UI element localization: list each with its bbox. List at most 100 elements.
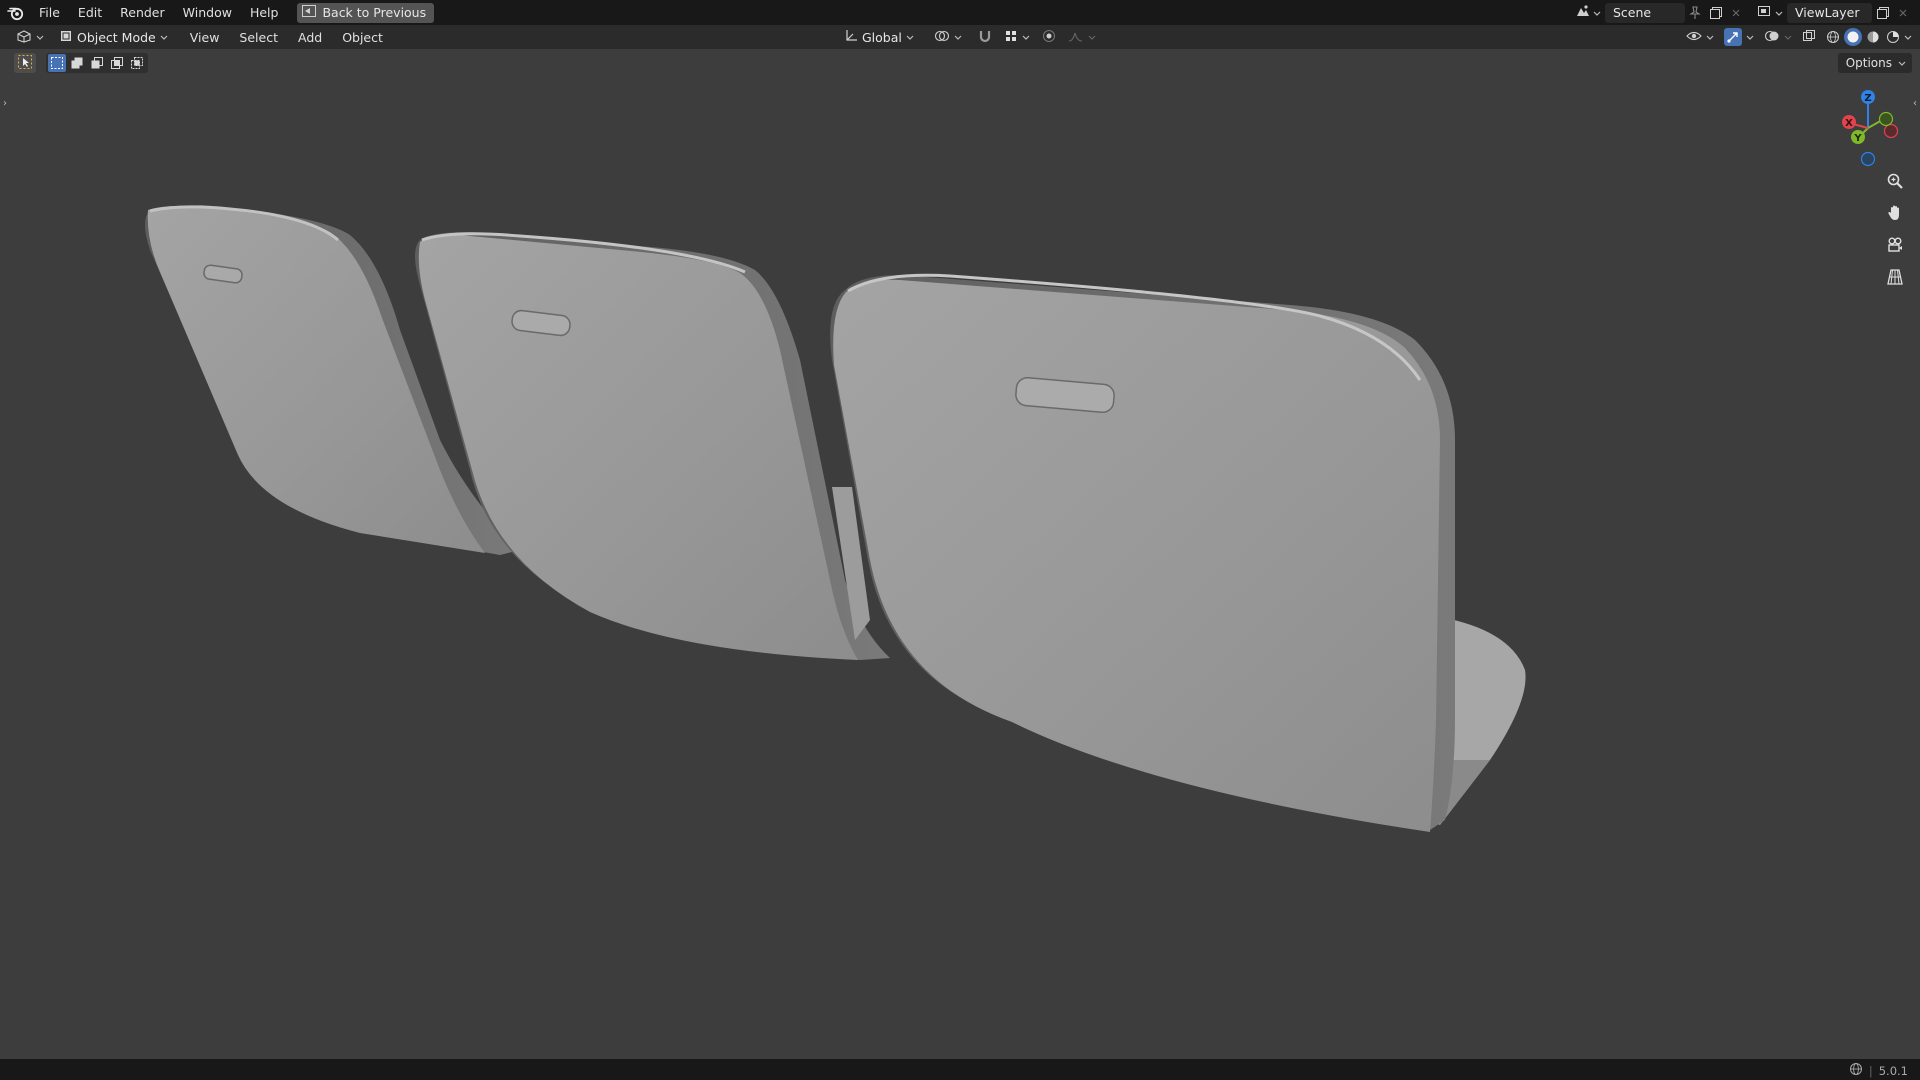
editor-type-button[interactable] bbox=[10, 27, 50, 47]
chevron-down-icon bbox=[1022, 30, 1030, 44]
chevron-down-icon[interactable] bbox=[1904, 30, 1912, 44]
chevron-down-icon bbox=[1746, 30, 1754, 44]
chevron-down-icon bbox=[954, 30, 962, 44]
3d-viewport[interactable]: › ‹ bbox=[0, 49, 1920, 1059]
close-scene-icon[interactable] bbox=[1727, 3, 1745, 23]
mode-label: Object Mode bbox=[77, 29, 156, 45]
select-extend-icon[interactable] bbox=[68, 54, 86, 72]
xray-toggle[interactable] bbox=[1800, 27, 1818, 47]
chevron-down-icon bbox=[1593, 6, 1601, 20]
tool-settings-row bbox=[14, 53, 148, 73]
view-layer-name-field[interactable]: ViewLayer bbox=[1787, 2, 1872, 23]
seat-back-3[interactable] bbox=[830, 273, 1526, 832]
scene-name-field[interactable]: Scene bbox=[1605, 2, 1685, 23]
object-mode-icon bbox=[59, 29, 73, 46]
shading-mode-group bbox=[1824, 28, 1912, 46]
chevron-down-icon bbox=[36, 30, 44, 44]
perspective-toggle-icon[interactable] bbox=[1882, 264, 1908, 290]
render-layers-icon bbox=[1757, 4, 1773, 21]
pivot-point-selector[interactable] bbox=[928, 27, 968, 47]
select-invert-icon[interactable] bbox=[108, 54, 126, 72]
object-visibility-selector[interactable] bbox=[1684, 27, 1716, 47]
menu-file[interactable]: File bbox=[30, 0, 69, 25]
magnet-icon bbox=[978, 29, 992, 46]
menu-view[interactable]: View bbox=[180, 26, 230, 48]
options-dropdown[interactable]: Options bbox=[1837, 53, 1912, 73]
scene-icon bbox=[1575, 4, 1591, 21]
back-to-previous-button[interactable]: Back to Previous bbox=[297, 2, 435, 23]
neg-y-axis-handle bbox=[1878, 111, 1894, 127]
falloff-selector[interactable] bbox=[1066, 27, 1098, 47]
chevron-down-icon bbox=[1775, 6, 1783, 20]
menu-render[interactable]: Render bbox=[111, 0, 174, 25]
orientation-global-icon bbox=[844, 29, 858, 46]
scene-browse-button[interactable] bbox=[1571, 3, 1605, 23]
chevron-down-icon bbox=[1706, 30, 1714, 44]
back-to-previous-label: Back to Previous bbox=[322, 5, 427, 20]
transform-orientation-selector[interactable]: Global bbox=[838, 27, 920, 47]
select-tool-button[interactable] bbox=[14, 53, 36, 73]
eye-icon bbox=[1686, 29, 1702, 46]
menu-object[interactable]: Object bbox=[332, 26, 393, 48]
chevron-down-icon bbox=[906, 30, 914, 44]
gizmo-icon bbox=[1724, 28, 1742, 46]
viewport-3d-icon bbox=[16, 29, 32, 46]
seat-back-2[interactable] bbox=[415, 232, 890, 660]
material-preview-icon[interactable] bbox=[1864, 28, 1882, 46]
orientation-label: Global bbox=[862, 29, 902, 45]
menu-add[interactable]: Add bbox=[288, 26, 332, 48]
top-menu-bar: File Edit Render Window Help Back to Pre… bbox=[0, 0, 1920, 25]
select-intersect-icon[interactable] bbox=[128, 54, 146, 72]
pin-icon[interactable] bbox=[1685, 3, 1705, 23]
top-right-controls: Scene ViewLayer bbox=[1571, 0, 1920, 25]
xray-icon bbox=[1802, 29, 1816, 46]
menu-edit[interactable]: Edit bbox=[69, 0, 111, 25]
select-new-icon[interactable] bbox=[48, 54, 66, 72]
neg-x-axis-handle bbox=[1883, 123, 1899, 139]
new-view-layer-icon[interactable] bbox=[1872, 3, 1894, 23]
menu-window[interactable]: Window bbox=[174, 0, 241, 25]
menu-select[interactable]: Select bbox=[229, 26, 288, 48]
neg-z-axis-handle bbox=[1860, 151, 1876, 167]
gizmo-toggle[interactable] bbox=[1722, 27, 1756, 47]
network-globe-icon[interactable] bbox=[1849, 1062, 1863, 1079]
select-subtract-icon[interactable] bbox=[88, 54, 106, 72]
rendered-shading-icon[interactable] bbox=[1884, 28, 1902, 46]
gizmo-z-label: Z bbox=[1864, 93, 1871, 104]
transform-tools: Global bbox=[838, 27, 1098, 47]
snap-grid-icon bbox=[1004, 29, 1018, 46]
camera-view-icon[interactable] bbox=[1882, 232, 1908, 258]
wireframe-shading-icon[interactable] bbox=[1824, 28, 1842, 46]
version-info: | 5.0.1 bbox=[1849, 1062, 1908, 1079]
blender-logo-icon[interactable] bbox=[2, 0, 30, 25]
selection-mode-group bbox=[46, 53, 148, 73]
solid-shading-icon[interactable] bbox=[1844, 28, 1862, 46]
screen-back-icon bbox=[302, 5, 317, 20]
overlays-toggle[interactable] bbox=[1762, 27, 1794, 47]
toolbar-expand-arrow-icon[interactable]: › bbox=[0, 95, 10, 111]
zoom-icon[interactable] bbox=[1882, 168, 1908, 194]
version-separator: | bbox=[1868, 1063, 1873, 1078]
cursor-arrow-icon bbox=[18, 54, 32, 72]
chevron-down-icon bbox=[1784, 30, 1792, 44]
snap-toggle[interactable] bbox=[976, 27, 994, 47]
options-label: Options bbox=[1845, 56, 1892, 70]
snap-target-selector[interactable] bbox=[1002, 27, 1032, 47]
menu-help[interactable]: Help bbox=[241, 0, 288, 25]
status-bar: | 5.0.1 bbox=[0, 1059, 1920, 1080]
pan-hand-icon[interactable] bbox=[1882, 200, 1908, 226]
new-scene-icon[interactable] bbox=[1705, 3, 1727, 23]
version-label: 5.0.1 bbox=[1878, 1063, 1908, 1078]
overlays-icon bbox=[1764, 29, 1780, 46]
proportional-editing-toggle[interactable] bbox=[1040, 27, 1058, 47]
chevron-down-icon bbox=[1088, 30, 1096, 44]
falloff-curve-icon bbox=[1068, 29, 1084, 46]
pivot-icon bbox=[934, 29, 950, 46]
chevron-down-icon bbox=[1898, 56, 1906, 70]
navigation-gizmo[interactable]: X Y Z bbox=[1828, 86, 1912, 170]
close-view-layer-icon[interactable] bbox=[1894, 3, 1912, 23]
view-layer-browse-button[interactable] bbox=[1753, 3, 1787, 23]
mode-selector[interactable]: Object Mode bbox=[54, 27, 174, 47]
chevron-down-icon bbox=[160, 30, 168, 44]
proportional-icon bbox=[1042, 29, 1056, 46]
